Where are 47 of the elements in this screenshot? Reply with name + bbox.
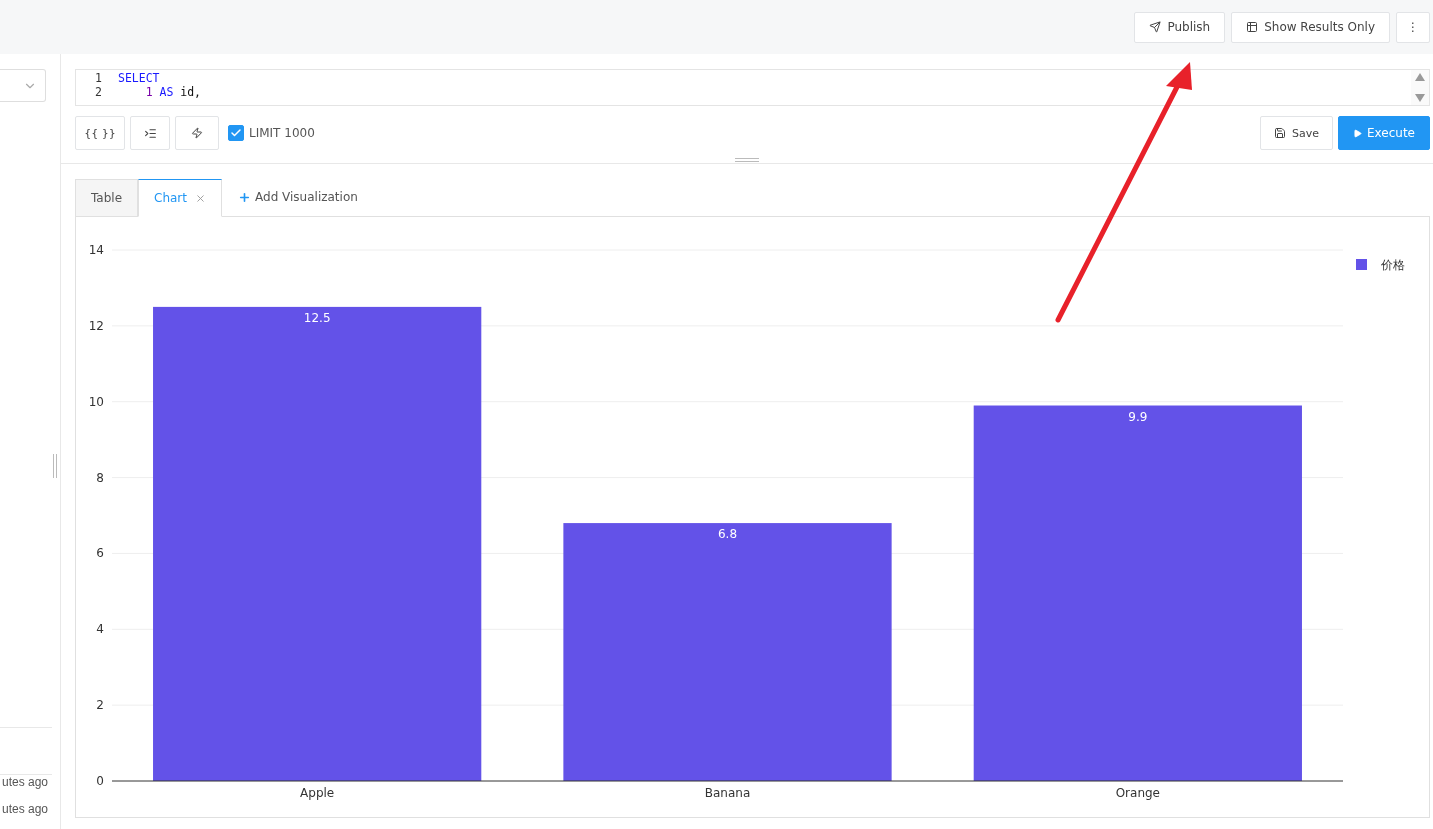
- check-icon: [230, 127, 242, 139]
- time-label: utes ago: [0, 802, 48, 818]
- bolt-icon: [191, 127, 203, 139]
- legend-label: 价格: [1381, 258, 1405, 272]
- bolt-button[interactable]: [175, 116, 219, 150]
- save-button[interactable]: Save: [1260, 116, 1333, 150]
- data-label: 6.8: [717, 527, 738, 542]
- close-icon[interactable]: [195, 192, 206, 204]
- indent-icon: [143, 126, 157, 140]
- axis-tick-label: 6: [96, 546, 104, 561]
- axis-tick-label: 10: [88, 394, 104, 409]
- play-icon: [1353, 128, 1362, 138]
- limit-label: LIMIT 1000: [249, 126, 315, 140]
- resize-handle[interactable]: [735, 158, 759, 162]
- plus-icon: [238, 190, 251, 204]
- axis-tick-label: 4: [96, 622, 104, 637]
- send-icon: [1149, 21, 1162, 33]
- line-number: 2: [94, 85, 103, 99]
- publish-button[interactable]: Publish: [1134, 11, 1226, 43]
- data-label: 9.9: [1128, 409, 1148, 424]
- axis-tick-label: 14: [88, 243, 104, 257]
- add-visualization-button[interactable]: Add Visualization: [222, 178, 374, 216]
- axis-tick-label: 8: [96, 470, 104, 485]
- limit-checkbox[interactable]: [228, 125, 244, 141]
- axis-tick-label: 12: [88, 318, 104, 333]
- line-number: 1: [94, 71, 103, 85]
- code-line: SELECT: [118, 71, 161, 85]
- dropdown[interactable]: [0, 69, 46, 102]
- code-editor[interactable]: 1 SELECT 2 1 AS id,: [75, 69, 1430, 106]
- category-label: Orange: [1115, 786, 1160, 800]
- resize-handle[interactable]: [53, 454, 57, 478]
- category-label: Apple: [300, 786, 335, 800]
- code-line: 1 AS id,: [144, 85, 203, 99]
- params-button[interactable]: {{ }}: [75, 116, 125, 150]
- indent-button[interactable]: [130, 116, 170, 150]
- axis-tick-label: 0: [96, 774, 104, 788]
- time-label: utes ago: [0, 775, 48, 791]
- save-icon: [1274, 127, 1286, 139]
- table-icon: [1246, 21, 1259, 33]
- category-label: Banana: [704, 786, 751, 800]
- more-button[interactable]: ⋮: [1396, 11, 1430, 43]
- data-label: 12.5: [303, 310, 331, 325]
- scroll-up-icon[interactable]: [1415, 73, 1425, 81]
- results-button[interactable]: Show Results Only: [1231, 11, 1390, 43]
- tab[interactable]: Table: [75, 179, 139, 217]
- scroll-down-icon[interactable]: [1415, 94, 1425, 102]
- axis-tick-label: 2: [96, 698, 104, 713]
